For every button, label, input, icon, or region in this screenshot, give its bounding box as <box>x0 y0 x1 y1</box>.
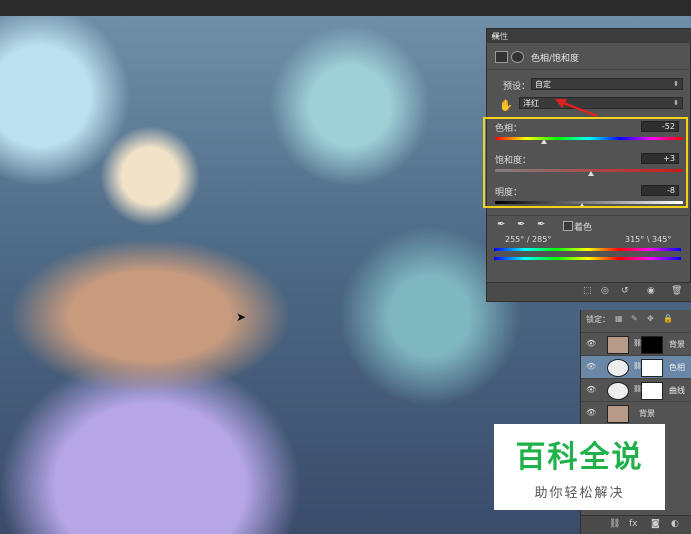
chevron-updown-icon: ⬍ <box>673 99 679 107</box>
adjustment-title: 色相/饱和度 <box>531 54 580 64</box>
colorize-label: 着色 <box>574 223 593 233</box>
colorize-checkbox[interactable] <box>563 221 573 231</box>
trash-icon[interactable]: 🗑 <box>671 286 682 296</box>
divider <box>487 215 691 216</box>
lock-pixels-icon[interactable]: ▦ <box>615 314 623 323</box>
layer-row[interactable]: 👁 ⛓ 曲线 <box>581 378 691 401</box>
eyedropper-plus-icon[interactable]: ✒ <box>517 219 525 230</box>
layers-footer: ⛓ fx ◙ ◐ <box>581 515 691 534</box>
annotation-arrow-icon <box>555 99 598 118</box>
properties-footer: ⬚ ◎ ↺ ◉ 🗑 <box>487 282 691 301</box>
range-left-readout: 255° / 285° <box>505 235 552 244</box>
collapse-icon[interactable]: ▸▸ <box>492 31 688 40</box>
chevron-updown-icon: ⬍ <box>673 80 679 88</box>
layer-mask-thumbnail <box>641 359 663 377</box>
color-range-bar-bottom <box>494 257 681 260</box>
link-icon[interactable]: ⛓ <box>609 519 620 529</box>
adjustment-layer-icon <box>607 382 629 400</box>
hand-icon[interactable]: ✋ <box>499 99 513 112</box>
watermark-logo: 百科全说 助你轻松解决 <box>494 424 665 510</box>
eye-icon[interactable]: 👁 <box>586 339 596 348</box>
layer-name: 曲线 <box>669 386 685 395</box>
eyedropper-minus-icon[interactable]: ✒ <box>537 219 545 230</box>
mask-icon[interactable] <box>511 51 524 63</box>
lock-brush-icon[interactable]: ✎ <box>631 314 638 323</box>
lock-label: 锁定： <box>586 315 610 324</box>
layer-name: 背景 <box>669 340 685 349</box>
reset-icon[interactable]: ↺ <box>621 286 629 296</box>
preset-select[interactable]: 自定 ⬍ <box>531 78 683 90</box>
fx-icon[interactable]: fx <box>629 519 638 529</box>
add-mask-icon[interactable]: ◙ <box>651 519 660 529</box>
watermark-subtitle: 助你轻松解决 <box>534 486 625 501</box>
watermark-title: 百科全说 <box>515 440 644 475</box>
view-previous-icon[interactable]: ◎ <box>601 286 609 296</box>
layer-row[interactable]: 👁 ⛓ 色相 <box>581 355 691 378</box>
color-range-bar-top[interactable] <box>494 248 681 251</box>
lock-move-icon[interactable]: ✥ <box>647 314 654 323</box>
eye-icon[interactable]: 👁 <box>586 362 596 371</box>
adjustment-header: 色相/饱和度 <box>495 49 685 65</box>
divider <box>487 69 691 70</box>
range-right-readout: 315° \ 345° <box>625 235 672 244</box>
mouse-cursor-icon: ➤ <box>236 310 247 324</box>
eye-icon[interactable]: 👁 <box>586 408 596 417</box>
layer-row[interactable]: 👁 ⛓ 背景 <box>581 332 691 355</box>
channel-select[interactable]: 洋红 ⬍ <box>519 97 683 109</box>
eye-icon[interactable]: 👁 <box>586 385 596 394</box>
layer-name: 色相 <box>669 363 685 372</box>
layer-name: 背景 <box>639 409 655 418</box>
properties-tab[interactable]: 属性 ▸▸ <box>487 29 691 43</box>
new-adjustment-icon[interactable]: ◐ <box>671 519 679 529</box>
eyedropper-icon[interactable]: ✒ <box>497 219 505 230</box>
layer-mask-thumbnail <box>641 382 663 400</box>
preset-value: 自定 <box>535 80 551 89</box>
adjustment-icon[interactable] <box>495 51 508 63</box>
eye-icon[interactable]: ◉ <box>647 286 655 296</box>
layer-thumbnail <box>607 336 629 354</box>
adjustment-layer-icon <box>607 359 629 377</box>
top-menu-bar <box>0 0 691 16</box>
layer-row[interactable]: 👁 背景 <box>581 401 691 424</box>
lock-row: 锁定： ▦ ✎ ✥ 🔒 <box>581 310 691 328</box>
layer-mask-thumbnail <box>641 336 663 354</box>
highlight-box <box>483 117 688 208</box>
clip-icon[interactable]: ⬚ <box>583 286 592 296</box>
layer-thumbnail <box>607 405 629 423</box>
channel-value: 洋红 <box>523 99 539 108</box>
preset-label: 预设： <box>503 82 531 92</box>
lock-icon[interactable]: 🔒 <box>663 314 673 323</box>
